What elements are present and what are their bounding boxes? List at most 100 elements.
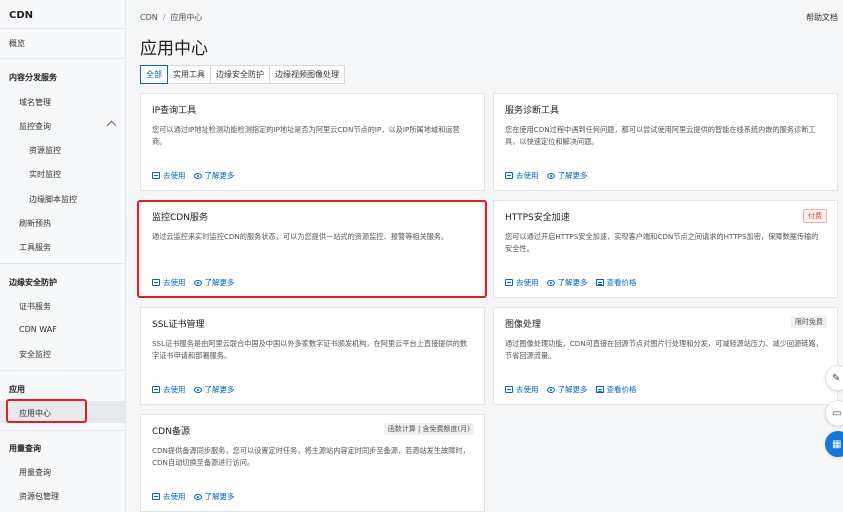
apps-icon[interactable]: ▦ <box>825 431 843 457</box>
card-https: HTTPS安全加速 付费 您可以通过开启HTTPS安全加速，实现客户端和CDN节… <box>493 200 838 298</box>
card-actions: 去使用 了解更多 <box>152 170 243 181</box>
sidebar-item-monitor[interactable]: 监控查询 <box>19 121 51 132</box>
eye-icon <box>193 386 202 393</box>
card-diagnosis: 服务诊断工具 您在使用CDN过程中遇到任何问题，都可以尝试使用阿里云提供的智能在… <box>493 93 838 191</box>
sidebar-group-usage: 用量查询 <box>9 444 41 453</box>
sidebar-title: CDN <box>9 10 34 21</box>
breadcrumb-current: 应用中心 <box>170 13 203 22</box>
sidebar-item-domain[interactable]: 域名管理 <box>19 97 51 108</box>
learn-more-link[interactable]: 了解更多 <box>546 384 588 395</box>
card-title: IP查询工具 <box>152 106 197 116</box>
eye-icon <box>546 386 555 393</box>
chevron-up-icon[interactable] <box>106 120 117 131</box>
learn-label: 了解更多 <box>204 492 235 501</box>
sidebar-item-usage-query[interactable]: 用量查询 <box>19 467 51 478</box>
use-button[interactable]: 去使用 <box>505 170 539 181</box>
card-ip-query: IP查询工具 您可以通过IP地址检测功能检测指定的IP地址是否为阿里云CDN节点… <box>140 93 485 191</box>
view-price-link[interactable]: 查看价格 <box>595 277 637 288</box>
chat-icon[interactable]: ▭ <box>825 400 843 426</box>
eye-icon <box>546 172 555 179</box>
card-desc: CDN提供备源同步服务，您可以设置定时任务，将主源站内容定时同步至备源，若源站发… <box>152 446 470 467</box>
sidebar-item-security-monitor[interactable]: 安全监控 <box>19 349 51 360</box>
sidebar-item-resource-monitor[interactable]: 资源监控 <box>29 145 61 156</box>
use-label: 去使用 <box>163 492 186 501</box>
learn-label: 了解更多 <box>557 385 588 394</box>
learn-more-link[interactable]: 了解更多 <box>193 384 235 395</box>
eye-icon <box>546 279 555 286</box>
use-label: 去使用 <box>516 171 539 180</box>
learn-label: 了解更多 <box>557 171 588 180</box>
tab-tools[interactable]: 实用工具 <box>167 65 211 84</box>
use-button[interactable]: 去使用 <box>152 170 186 181</box>
paid-badge: 付费 <box>803 209 827 223</box>
tab-edge-video[interactable]: 边缘视频图像处理 <box>269 65 345 84</box>
use-label: 去使用 <box>516 278 539 287</box>
help-docs-link[interactable]: 帮助文档 <box>806 12 838 23</box>
use-icon <box>505 279 513 286</box>
card-ssl: SSL证书管理 SSL证书服务是由阿里云联合中国及中国以外多家数字证书颁发机构，… <box>140 307 485 405</box>
use-icon <box>152 172 160 179</box>
sidebar-item-overview[interactable]: 概览 <box>9 38 25 49</box>
category-tabs: 全部 实用工具 边缘安全防护 边缘视频图像处理 <box>140 65 345 84</box>
card-actions: 去使用 了解更多 查看价格 <box>505 384 645 395</box>
sidebar-group-edge-security: 边缘安全防护 <box>9 278 57 287</box>
sidebar-item-cert[interactable]: 证书服务 <box>19 301 51 312</box>
sidebar-group-apps: 应用 <box>9 385 25 394</box>
card-title: SSL证书管理 <box>152 320 205 330</box>
sidebar-item-package[interactable]: 资源包管理 <box>19 491 59 502</box>
fc-badge: 函数计算 | 含免费额度(月) <box>383 423 474 435</box>
learn-more-link[interactable]: 了解更多 <box>546 277 588 288</box>
card-actions: 去使用 了解更多 <box>505 170 596 181</box>
highlight-box <box>6 399 87 423</box>
use-button[interactable]: 去使用 <box>505 277 539 288</box>
learn-more-link[interactable]: 了解更多 <box>193 170 235 181</box>
learn-more-link[interactable]: 了解更多 <box>546 170 588 181</box>
price-label: 查看价格 <box>606 385 637 394</box>
card-title: HTTPS安全加速 <box>505 213 570 223</box>
use-label: 去使用 <box>516 385 539 394</box>
sidebar: CDN 概览 内容分发服务 域名管理 监控查询 资源监控 实时监控 边缘脚本监控… <box>0 0 126 512</box>
breadcrumb-root[interactable]: CDN <box>140 13 158 22</box>
use-icon <box>505 172 513 179</box>
sidebar-item-tools[interactable]: 工具服务 <box>19 242 51 253</box>
use-button[interactable]: 去使用 <box>152 491 186 502</box>
sidebar-item-realtime-monitor[interactable]: 实时监控 <box>29 169 61 180</box>
learn-more-link[interactable]: 了解更多 <box>193 491 235 502</box>
use-button[interactable]: 去使用 <box>152 384 186 395</box>
tab-edge-security[interactable]: 边缘安全防护 <box>210 65 270 84</box>
card-desc: 您在使用CDN过程中遇到任何问题，都可以尝试使用阿里云提供的智能在线系统内嵌的服… <box>505 125 816 146</box>
sidebar-item-refresh[interactable]: 刷新预热 <box>19 218 51 229</box>
sidebar-item-edge-script-monitor[interactable]: 边缘脚本监控 <box>29 194 77 205</box>
learn-label: 了解更多 <box>557 278 588 287</box>
breadcrumb: CDN / 应用中心 <box>140 12 202 23</box>
card-desc: 您可以通过开启HTTPS安全加速，实现客户端和CDN节点之间请求的HTTPS加密… <box>505 232 819 253</box>
divider <box>0 58 126 59</box>
tab-all[interactable]: 全部 <box>140 65 168 84</box>
use-icon <box>505 386 513 393</box>
learn-label: 了解更多 <box>204 171 235 180</box>
eye-icon <box>193 172 202 179</box>
use-icon <box>152 493 160 500</box>
breadcrumb-separator: / <box>162 13 166 22</box>
price-icon <box>595 279 604 286</box>
divider <box>0 370 126 371</box>
card-actions: 去使用 了解更多 查看价格 <box>505 277 645 288</box>
sidebar-group-distribution: 内容分发服务 <box>9 73 57 82</box>
card-desc: 通过图像处理功能，CDN可直接在回源节点对图片行处理和分发，可减轻源站压力、减少… <box>505 339 823 360</box>
card-desc: SSL证书服务是由阿里云联合中国及中国以外多家数字证书颁发机构，在阿里云平台上直… <box>152 339 468 360</box>
page-title: 应用中心 <box>140 39 208 59</box>
main-content: CDN / 应用中心 帮助文档 应用中心 全部 实用工具 边缘安全防护 边缘视频图像… <box>127 0 843 512</box>
divider <box>0 430 126 431</box>
free-badge: 限时免费 <box>791 316 827 328</box>
highlight-box <box>137 200 487 298</box>
price-icon <box>595 386 604 393</box>
card-actions: 去使用 了解更多 <box>152 384 243 395</box>
card-desc: 您可以通过IP地址检测功能检测指定的IP地址是否为阿里云CDN节点的IP，以及I… <box>152 125 460 146</box>
divider <box>0 28 126 29</box>
use-icon <box>152 386 160 393</box>
use-button[interactable]: 去使用 <box>505 384 539 395</box>
view-price-link[interactable]: 查看价格 <box>595 384 637 395</box>
card-title: CDN备源 <box>152 427 190 437</box>
price-label: 查看价格 <box>606 278 637 287</box>
sidebar-item-waf[interactable]: CDN WAF <box>19 325 57 334</box>
